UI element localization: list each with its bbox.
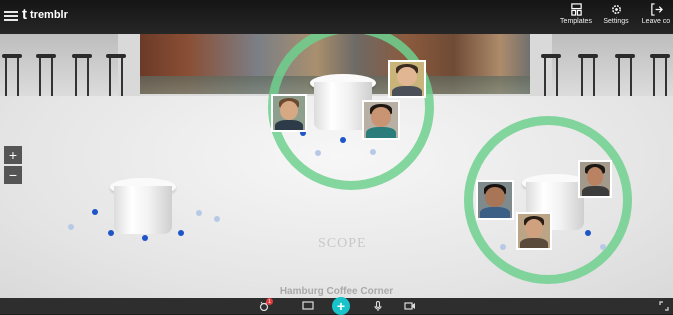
fullscreen-icon[interactable]: [658, 301, 670, 311]
seat-spot[interactable]: [315, 150, 321, 156]
participant-avatar[interactable]: [578, 160, 612, 198]
microphone-icon[interactable]: [372, 301, 384, 311]
seat-spot[interactable]: [370, 149, 376, 155]
logo-mark: t: [22, 6, 27, 23]
participant-avatar[interactable]: [388, 60, 426, 98]
settings-label: Settings: [603, 18, 629, 25]
bar-stool: [541, 54, 561, 98]
participant-avatar[interactable]: [362, 100, 400, 140]
table-2[interactable]: [110, 178, 176, 238]
seat-spot[interactable]: [108, 230, 114, 236]
seat-spot[interactable]: [68, 224, 74, 230]
seat-spot[interactable]: [340, 137, 346, 143]
app-name: tremblr: [30, 9, 68, 21]
zoom-out-button[interactable]: −: [4, 166, 22, 184]
app-logo: t tremblr: [22, 6, 68, 23]
participant-avatar[interactable]: [271, 94, 307, 132]
bar-stool: [2, 54, 22, 98]
notification-badge: 1: [266, 298, 273, 305]
seat-spot[interactable]: [600, 244, 606, 250]
chat-icon[interactable]: [302, 301, 314, 311]
leave-label: Leave co: [641, 18, 671, 25]
bar-stool: [578, 54, 598, 98]
room-name: Hamburg Coffee Corner: [279, 286, 394, 297]
seat-spot[interactable]: [142, 235, 148, 241]
templates-icon: [570, 3, 582, 16]
bar-stool: [36, 54, 56, 98]
participant-avatar[interactable]: [476, 180, 514, 220]
add-button[interactable]: +: [332, 297, 350, 315]
bar-stool: [650, 54, 670, 98]
seat-spot[interactable]: [214, 216, 220, 222]
exit-icon: [650, 3, 663, 16]
seat-spot[interactable]: [92, 209, 98, 215]
participant-avatar[interactable]: [516, 212, 552, 250]
templates-label: Templates: [560, 18, 592, 25]
zoom-in-button[interactable]: +: [4, 146, 22, 164]
scope-watermark: SCOPE: [318, 236, 367, 251]
settings-button[interactable]: Settings: [599, 3, 633, 25]
templates-button[interactable]: Templates: [559, 3, 593, 25]
virtual-room[interactable]: SCOPE Hamburg Coffee Corner + −: [0, 34, 673, 298]
gear-icon: [611, 5, 621, 14]
seat-spot[interactable]: [500, 244, 506, 250]
leave-conversation-button[interactable]: Leave co: [639, 3, 673, 25]
hamburger-menu-icon[interactable]: [4, 9, 18, 23]
camera-icon[interactable]: [404, 301, 416, 311]
bottom-toolbar: 1 +: [0, 297, 673, 315]
bar-stool: [615, 54, 635, 98]
seat-spot[interactable]: [196, 210, 202, 216]
top-bar: t tremblr Templates Settings Leave co: [0, 0, 673, 34]
bar-stool: [72, 54, 92, 98]
seat-spot[interactable]: [178, 230, 184, 236]
seat-spot[interactable]: [585, 230, 591, 236]
bar-stool: [106, 54, 126, 98]
